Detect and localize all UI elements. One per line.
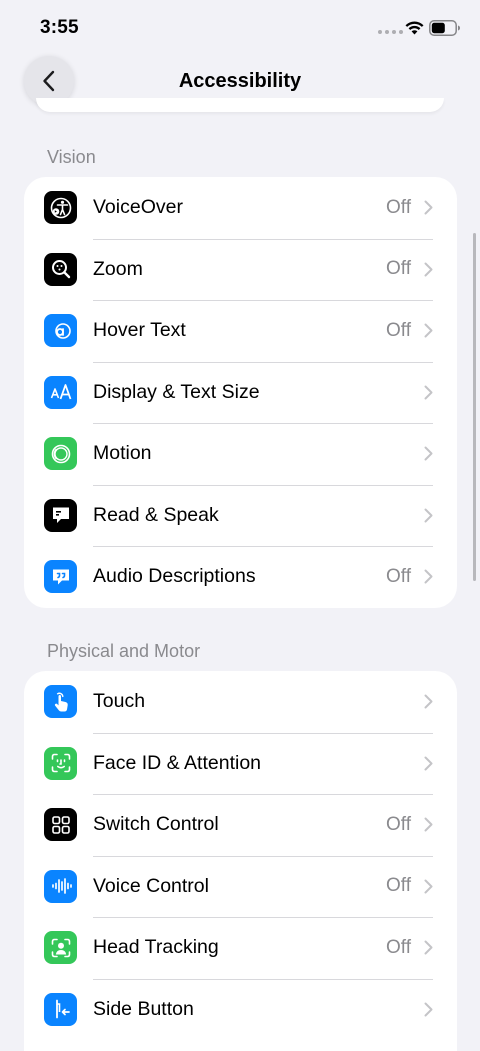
battery-icon <box>429 20 460 36</box>
row-label: VoiceOver <box>93 196 183 219</box>
side-button-icon <box>44 992 77 1026</box>
row-switch-control[interactable]: Switch Control Off <box>24 794 457 856</box>
chevron-right-icon <box>424 323 433 338</box>
settings-group-vision: VoiceOver Off Zoom Off Hover Text Off Di… <box>24 177 457 608</box>
chevron-right-icon <box>424 200 433 215</box>
row-read-speak[interactable]: Read & Speak <box>24 484 457 547</box>
row-label: Head Tracking <box>93 936 219 959</box>
touch-hand-icon <box>44 685 77 718</box>
audio-descriptions-icon <box>44 560 77 593</box>
chevron-right-icon <box>424 1002 433 1017</box>
row-label: Zoom <box>93 257 143 280</box>
settings-group-physical-motor: Touch Face ID & Attention Switch Control… <box>24 671 457 1051</box>
section-header-vision: Vision <box>47 147 96 167</box>
row-value: Off <box>386 875 411 897</box>
status-bar: 3:55 <box>0 0 480 56</box>
row-label: Touch <box>93 690 146 713</box>
row-side-button[interactable]: Side Button <box>24 978 457 1041</box>
chevron-right-icon <box>424 446 433 461</box>
chevron-right-icon <box>424 385 433 400</box>
chevron-right-icon <box>424 569 433 584</box>
chevron-right-icon <box>424 756 433 771</box>
switch-grid-icon <box>44 808 77 841</box>
row-label: Switch Control <box>93 813 219 836</box>
row-head-tracking[interactable]: Head Tracking Off <box>24 917 457 979</box>
page-title: Accessibility <box>178 70 302 92</box>
row-label: Side Button <box>93 997 194 1020</box>
chevron-right-icon <box>424 817 433 832</box>
text-size-icon <box>44 375 77 409</box>
row-label: Read & Speak <box>93 503 219 526</box>
row-voiceover[interactable]: VoiceOver Off <box>24 177 457 239</box>
chevron-right-icon <box>424 940 433 955</box>
row-voice-control[interactable]: Voice Control Off <box>24 855 457 918</box>
previous-group-edge <box>36 98 444 112</box>
row-label: Voice Control <box>93 874 209 897</box>
row-motion[interactable]: Motion <box>24 423 457 485</box>
chevron-right-icon <box>424 508 433 523</box>
chevron-right-icon <box>424 694 433 709</box>
hover-text-icon <box>44 314 77 347</box>
row-hover-text[interactable]: Hover Text Off <box>24 300 457 362</box>
row-label: Audio Descriptions <box>93 565 256 588</box>
row-touch[interactable]: Touch <box>24 671 457 733</box>
row-value: Off <box>386 813 411 835</box>
row-face-id-attention[interactable]: Face ID & Attention <box>24 732 457 795</box>
face-id-icon <box>44 746 77 780</box>
row-label: Motion <box>93 442 152 465</box>
row-value: Off <box>386 936 411 958</box>
row-label: Display & Text Size <box>93 380 260 403</box>
zoom-icon <box>44 252 77 286</box>
row-zoom[interactable]: Zoom Off <box>24 238 457 301</box>
speech-bubble-icon <box>44 498 77 532</box>
voiceover-icon <box>44 191 77 224</box>
scroll-indicator[interactable] <box>473 233 476 581</box>
section-header-physical-motor: Physical and Motor <box>47 641 201 661</box>
status-time: 3:55 <box>40 17 79 38</box>
head-tracking-icon <box>44 931 77 964</box>
row-audio-descriptions[interactable]: Audio Descriptions Off <box>24 546 457 608</box>
chevron-right-icon <box>424 879 433 894</box>
cellular-signal-icon <box>378 30 403 34</box>
row-value: Off <box>386 319 411 341</box>
waveform-icon <box>44 869 77 903</box>
motion-icon <box>44 437 77 470</box>
row-value: Off <box>386 196 411 218</box>
row-value: Off <box>386 565 411 587</box>
row-label: Face ID & Attention <box>93 751 262 774</box>
row-display-text-size[interactable]: Display & Text Size <box>24 361 457 424</box>
chevron-right-icon <box>424 262 433 277</box>
wifi-icon <box>405 21 424 35</box>
row-label: Hover Text <box>93 319 186 342</box>
row-value: Off <box>386 258 411 280</box>
